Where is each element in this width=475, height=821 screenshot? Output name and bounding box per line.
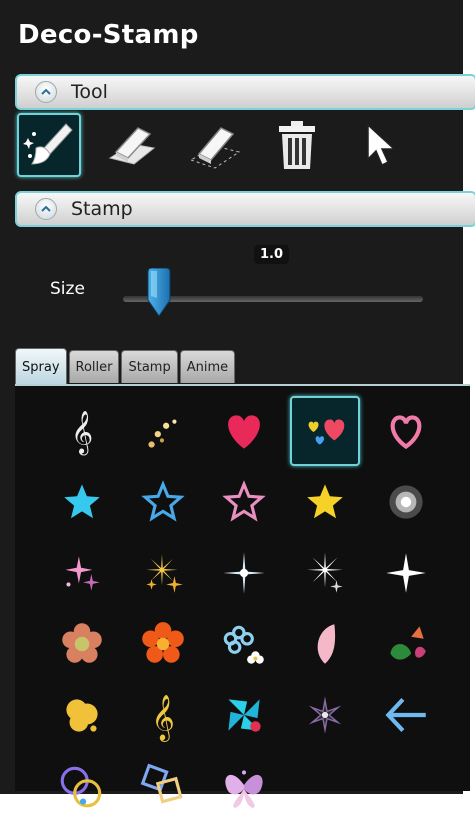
heart-outline-icon (390, 415, 422, 450)
leaves-icon (390, 626, 426, 660)
circles-icon (60, 766, 102, 808)
blue-star-outline-icon (141, 480, 185, 522)
size-label: Size (50, 279, 85, 299)
eraser-tool[interactable] (100, 113, 164, 177)
deco-brush-tool[interactable] (17, 113, 81, 177)
burst-icon (308, 696, 342, 734)
deco-brush-icon (23, 123, 73, 165)
stamp-pink-sparkles[interactable] (47, 538, 117, 608)
stamp-four-point-star[interactable] (371, 538, 441, 608)
app-title: Deco-Stamp (18, 20, 199, 50)
tab-roller[interactable]: Roller (68, 350, 120, 383)
stamp-twinkle[interactable] (209, 538, 279, 608)
orange-flower-icon (142, 622, 184, 663)
white-twinkle-icon (307, 552, 343, 593)
stamp-white-twinkle[interactable] (290, 538, 360, 608)
stamp-circles[interactable] (47, 751, 117, 821)
stamp-blue-star-outline[interactable] (128, 467, 198, 537)
hearts-icon (308, 419, 345, 445)
stamp-heart[interactable] (209, 396, 279, 466)
gold-sparkles-icon (146, 554, 183, 593)
stamp-pinwheel[interactable] (209, 680, 279, 750)
stamp-orange-flower[interactable] (128, 609, 198, 679)
stamp-grid-panel: 𝄞 𝄞 (15, 384, 470, 808)
arrow-left-icon (385, 697, 426, 733)
cyan-star-icon (64, 484, 100, 519)
stamp-leaves[interactable] (371, 609, 441, 679)
stamp-pink-flower[interactable] (47, 609, 117, 679)
stamp-burst[interactable] (290, 680, 360, 750)
gold-star-icon (307, 484, 343, 519)
blue-flowers-icon (223, 625, 264, 664)
pink-sparkles-icon (65, 556, 100, 591)
toolbar (15, 113, 463, 179)
selection-eraser-icon (189, 127, 241, 169)
petal-icon (317, 624, 336, 664)
stamp-petal[interactable] (290, 609, 360, 679)
eraser-icon (108, 127, 156, 165)
stamp-glow[interactable] (371, 467, 441, 537)
stamp-cyan-star[interactable] (47, 467, 117, 537)
sparkle-trail-icon (148, 419, 177, 448)
chevron-up-icon[interactable] (35, 81, 57, 103)
tab-spray[interactable]: Spray (15, 348, 67, 385)
stamp-music-note[interactable]: 𝄞 (128, 680, 198, 750)
yellow-blob-icon (66, 699, 98, 732)
svg-text:𝄞: 𝄞 (151, 695, 174, 743)
four-point-star-icon (386, 553, 426, 593)
tab-anime[interactable]: Anime (179, 350, 236, 383)
stamp-blue-flowers[interactable] (209, 609, 279, 679)
stamp-yellow-blob[interactable] (47, 680, 117, 750)
stamp-squares[interactable] (128, 751, 198, 821)
trash-icon (279, 121, 315, 169)
heart-icon (228, 415, 260, 449)
deco-stamp-panel: Deco-Stamp Tool Stamp 1.0 Size Spray Rol… (0, 0, 475, 808)
tool-section-header[interactable]: Tool (15, 74, 475, 110)
glow-icon (389, 485, 423, 519)
stamp-gold-star[interactable] (290, 467, 360, 537)
stamp-section-label: Stamp (71, 198, 133, 220)
pinwheel-icon (228, 699, 261, 732)
size-slider-thumb[interactable] (146, 267, 172, 318)
butterfly-icon (225, 770, 263, 808)
tab-stamp[interactable]: Stamp (121, 350, 178, 383)
svg-text:𝄞: 𝄞 (71, 410, 93, 456)
stamp-heart-outline[interactable] (371, 396, 441, 466)
pink-star-outline-icon (222, 480, 266, 522)
pointer-tool[interactable] (348, 113, 412, 177)
squares-icon (140, 763, 183, 804)
trash-tool[interactable] (265, 113, 329, 177)
stamp-hearts[interactable] (290, 396, 360, 466)
twinkle-icon (223, 552, 265, 594)
stamp-treble-clef[interactable]: 𝄞 (47, 396, 117, 466)
treble-clef-icon: 𝄞 (71, 410, 93, 456)
stamp-category-tabs: Spray Roller Stamp Anime (15, 348, 237, 385)
cursor-arrow-icon (367, 123, 396, 167)
stamp-pink-star-outline[interactable] (209, 467, 279, 537)
size-value-badge: 1.0 (254, 245, 290, 264)
stamp-section-header[interactable]: Stamp (15, 191, 475, 227)
stamp-sparkle-trail[interactable] (128, 396, 198, 466)
stamp-arrow-left[interactable] (371, 680, 441, 750)
selection-eraser-tool[interactable] (183, 113, 247, 177)
music-note-icon: 𝄞 (151, 695, 174, 743)
chevron-up-icon[interactable] (35, 198, 57, 220)
stamp-gold-sparkles[interactable] (128, 538, 198, 608)
pink-flower-icon (62, 623, 102, 663)
tool-section-label: Tool (71, 81, 108, 103)
stamp-butterfly[interactable] (209, 751, 279, 821)
